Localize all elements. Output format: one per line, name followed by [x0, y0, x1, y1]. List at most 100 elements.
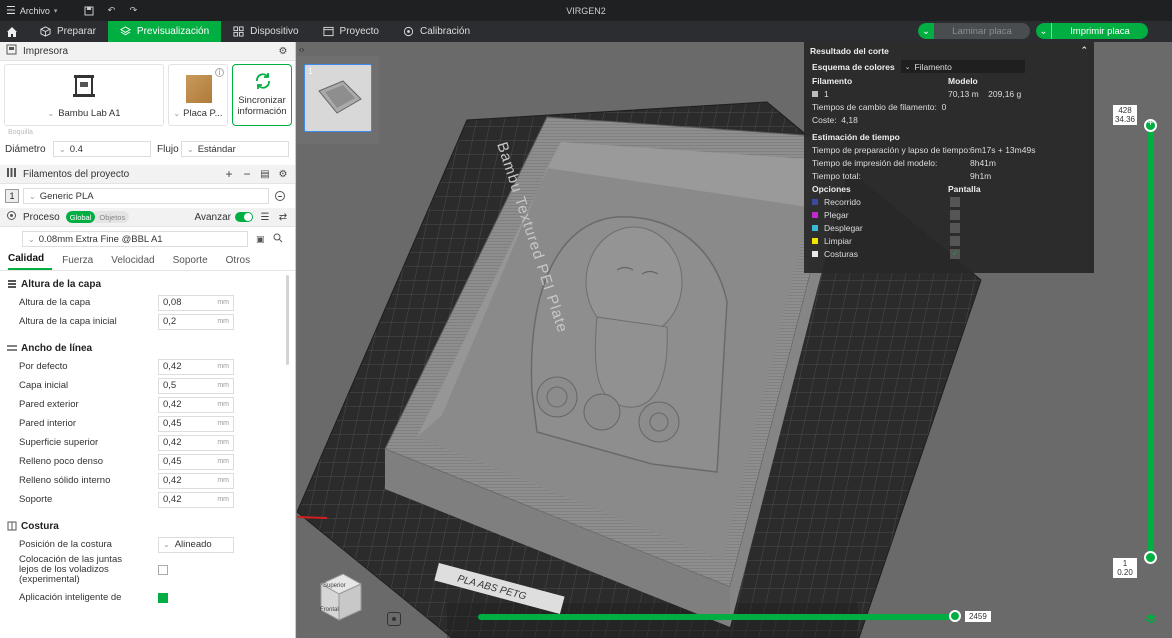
info-icon[interactable]: i: [215, 68, 224, 77]
plus-icon: +: [1147, 118, 1154, 129]
tab-project[interactable]: Proyecto: [311, 21, 391, 42]
collapse-panel-icon[interactable]: ‹›: [299, 45, 304, 54]
save-icon[interactable]: [83, 5, 95, 17]
param-label: Superficie superior: [19, 437, 99, 448]
layers-icon[interactable]: [1145, 613, 1157, 628]
search-icon[interactable]: [273, 233, 283, 246]
chevron-down-icon: ⌄: [47, 109, 55, 118]
scrollbar[interactable]: [286, 275, 289, 365]
tab-preview[interactable]: Previsualización: [107, 21, 222, 42]
tab-calibration[interactable]: Calibración: [391, 21, 482, 42]
global-objects-toggle[interactable]: Global Objetos: [65, 211, 130, 223]
undo-icon[interactable]: ↶: [105, 5, 117, 17]
sync-icon: [256, 73, 270, 89]
param-label: Relleno sólido interno: [19, 475, 111, 486]
tab-device-label: Dispositivo: [250, 26, 299, 37]
advanced-switch[interactable]: [235, 212, 253, 222]
option-checkbox[interactable]: [950, 235, 960, 246]
redo-icon[interactable]: ↷: [127, 5, 139, 17]
chevron-down-icon[interactable]: ⌄: [1036, 23, 1052, 39]
smart-seam-checkbox[interactable]: [158, 592, 168, 603]
staggered-seam-checkbox[interactable]: [158, 565, 168, 575]
tab-others[interactable]: Otros: [226, 255, 258, 270]
edit-filament-icon[interactable]: [275, 191, 285, 201]
total-time-value: 9h1m: [970, 170, 992, 181]
param-row: Superficie superior 0,42 mm: [0, 433, 295, 452]
param-label: Capa inicial: [19, 380, 69, 391]
slice-plate-button[interactable]: ⌄ Laminar placa: [918, 23, 1030, 39]
result-title: Resultado del corte: [810, 45, 889, 56]
3d-viewport[interactable]: Bambu Textured PEI Plate PLA ABS PETG ‹›…: [297, 42, 1172, 638]
filament-swatch: [812, 90, 818, 97]
option-checkbox[interactable]: [950, 222, 960, 233]
save-icon[interactable]: ▣: [256, 234, 265, 245]
color-scheme-select[interactable]: ⌄ Filamento: [900, 60, 1025, 73]
cube-front-label: Frontal: [320, 607, 339, 613]
option-row: Costuras ✓: [804, 247, 1094, 260]
option-checkbox[interactable]: [950, 196, 960, 207]
ams-sync-icon[interactable]: ▤: [259, 168, 271, 180]
layer-slider-bottom-handle[interactable]: [1144, 551, 1157, 564]
flow-select[interactable]: ⌄ Estándar: [181, 141, 289, 157]
tab-quality[interactable]: Calidad: [8, 253, 53, 270]
layer-slider-top-handle[interactable]: +: [1144, 118, 1157, 132]
model-time-label: Tiempo de impresión del modelo:: [812, 157, 938, 168]
plate-thumbnail[interactable]: 1: [304, 64, 372, 132]
process-profile-select[interactable]: ⌄ 0.08mm Extra Fine @BBL A1: [22, 231, 248, 247]
param-input[interactable]: 0,45 mm: [158, 453, 234, 470]
param-input[interactable]: 0,45 mm: [158, 415, 234, 432]
param-input[interactable]: 0,08 mm: [158, 294, 234, 311]
color-scheme-row: Esquema de colores ⌄ Filamento: [804, 59, 1094, 74]
chevron-down-icon[interactable]: ⌄: [918, 23, 934, 39]
tab-device[interactable]: Dispositivo: [221, 21, 310, 42]
toggle-objects[interactable]: Objetos: [95, 211, 130, 223]
fit-view-icon[interactable]: [387, 612, 401, 626]
compare-icon[interactable]: ⇄: [277, 211, 289, 223]
tab-support[interactable]: Soporte: [173, 255, 216, 270]
filament-index: 1: [5, 189, 19, 203]
chevron-down-icon: ⌄: [29, 191, 36, 201]
gear-icon[interactable]: ⚙: [277, 168, 289, 180]
tab-strength[interactable]: Fuerza: [62, 255, 101, 270]
diameter-select[interactable]: ⌄ 0.4: [53, 141, 151, 157]
sync-info-button[interactable]: Sincronizar información: [232, 64, 292, 126]
option-swatch: [812, 211, 818, 218]
view-cube[interactable]: Superior Frontal: [313, 570, 365, 622]
settings-panel: Impresora ⚙ ⌄ Bambu Lab A1 i ⌄ Placa P...: [0, 42, 296, 638]
layer-bottom-number: 1: [1122, 559, 1128, 568]
toggle-global[interactable]: Global: [65, 211, 96, 223]
home-icon[interactable]: [0, 21, 24, 42]
print-plate-button[interactable]: ⌄ Imprimir placa: [1036, 23, 1148, 39]
param-input[interactable]: 0,42 mm: [158, 396, 234, 413]
param-input[interactable]: 0,42 mm: [158, 358, 234, 375]
param-input[interactable]: 0,2 mm: [158, 313, 234, 330]
change-times-row: Tiempos de cambio de filamento: 0: [812, 101, 947, 112]
filament-select[interactable]: ⌄ Generic PLA: [23, 188, 269, 204]
layer-bottom-readout: 1 0.20: [1113, 558, 1137, 578]
seam-position-select[interactable]: ⌄ Alineado: [158, 536, 234, 553]
param-input[interactable]: 0,42 mm: [158, 434, 234, 451]
option-checkbox[interactable]: [950, 209, 960, 220]
plate-card[interactable]: i ⌄ Placa P...: [168, 64, 228, 126]
tab-prepare[interactable]: Preparar: [28, 21, 108, 42]
nozzle-row: Diámetro ⌄ 0.4 Flujo ⌄ Estándar: [0, 139, 295, 159]
param-input[interactable]: 0,5 mm: [158, 377, 234, 394]
total-time-row: Tiempo total: 9h1m: [804, 169, 1094, 182]
printer-card[interactable]: ⌄ Bambu Lab A1: [4, 64, 164, 126]
param-row: Altura de la capa 0,08 mm: [0, 293, 295, 312]
param-input[interactable]: 0,42 mm: [158, 472, 234, 489]
list-icon[interactable]: ☰: [259, 211, 271, 223]
gear-icon[interactable]: ⚙: [277, 45, 289, 57]
layer-top-number: 428: [1118, 106, 1132, 115]
plus-icon[interactable]: +: [223, 167, 235, 181]
option-checkbox-checked[interactable]: ✓: [950, 248, 960, 259]
move-slider-handle[interactable]: [949, 610, 961, 622]
minus-icon[interactable]: −: [241, 167, 253, 181]
tab-speed[interactable]: Velocidad: [111, 255, 162, 270]
move-slider-track[interactable]: [478, 614, 960, 620]
layer-slider-track[interactable]: [1148, 124, 1154, 559]
param-input[interactable]: 0,42 mm: [158, 491, 234, 508]
process-icon: [6, 210, 17, 224]
file-menu[interactable]: ☰ Archivo ▾: [0, 4, 57, 17]
collapse-icon[interactable]: ⌃: [1080, 45, 1088, 56]
